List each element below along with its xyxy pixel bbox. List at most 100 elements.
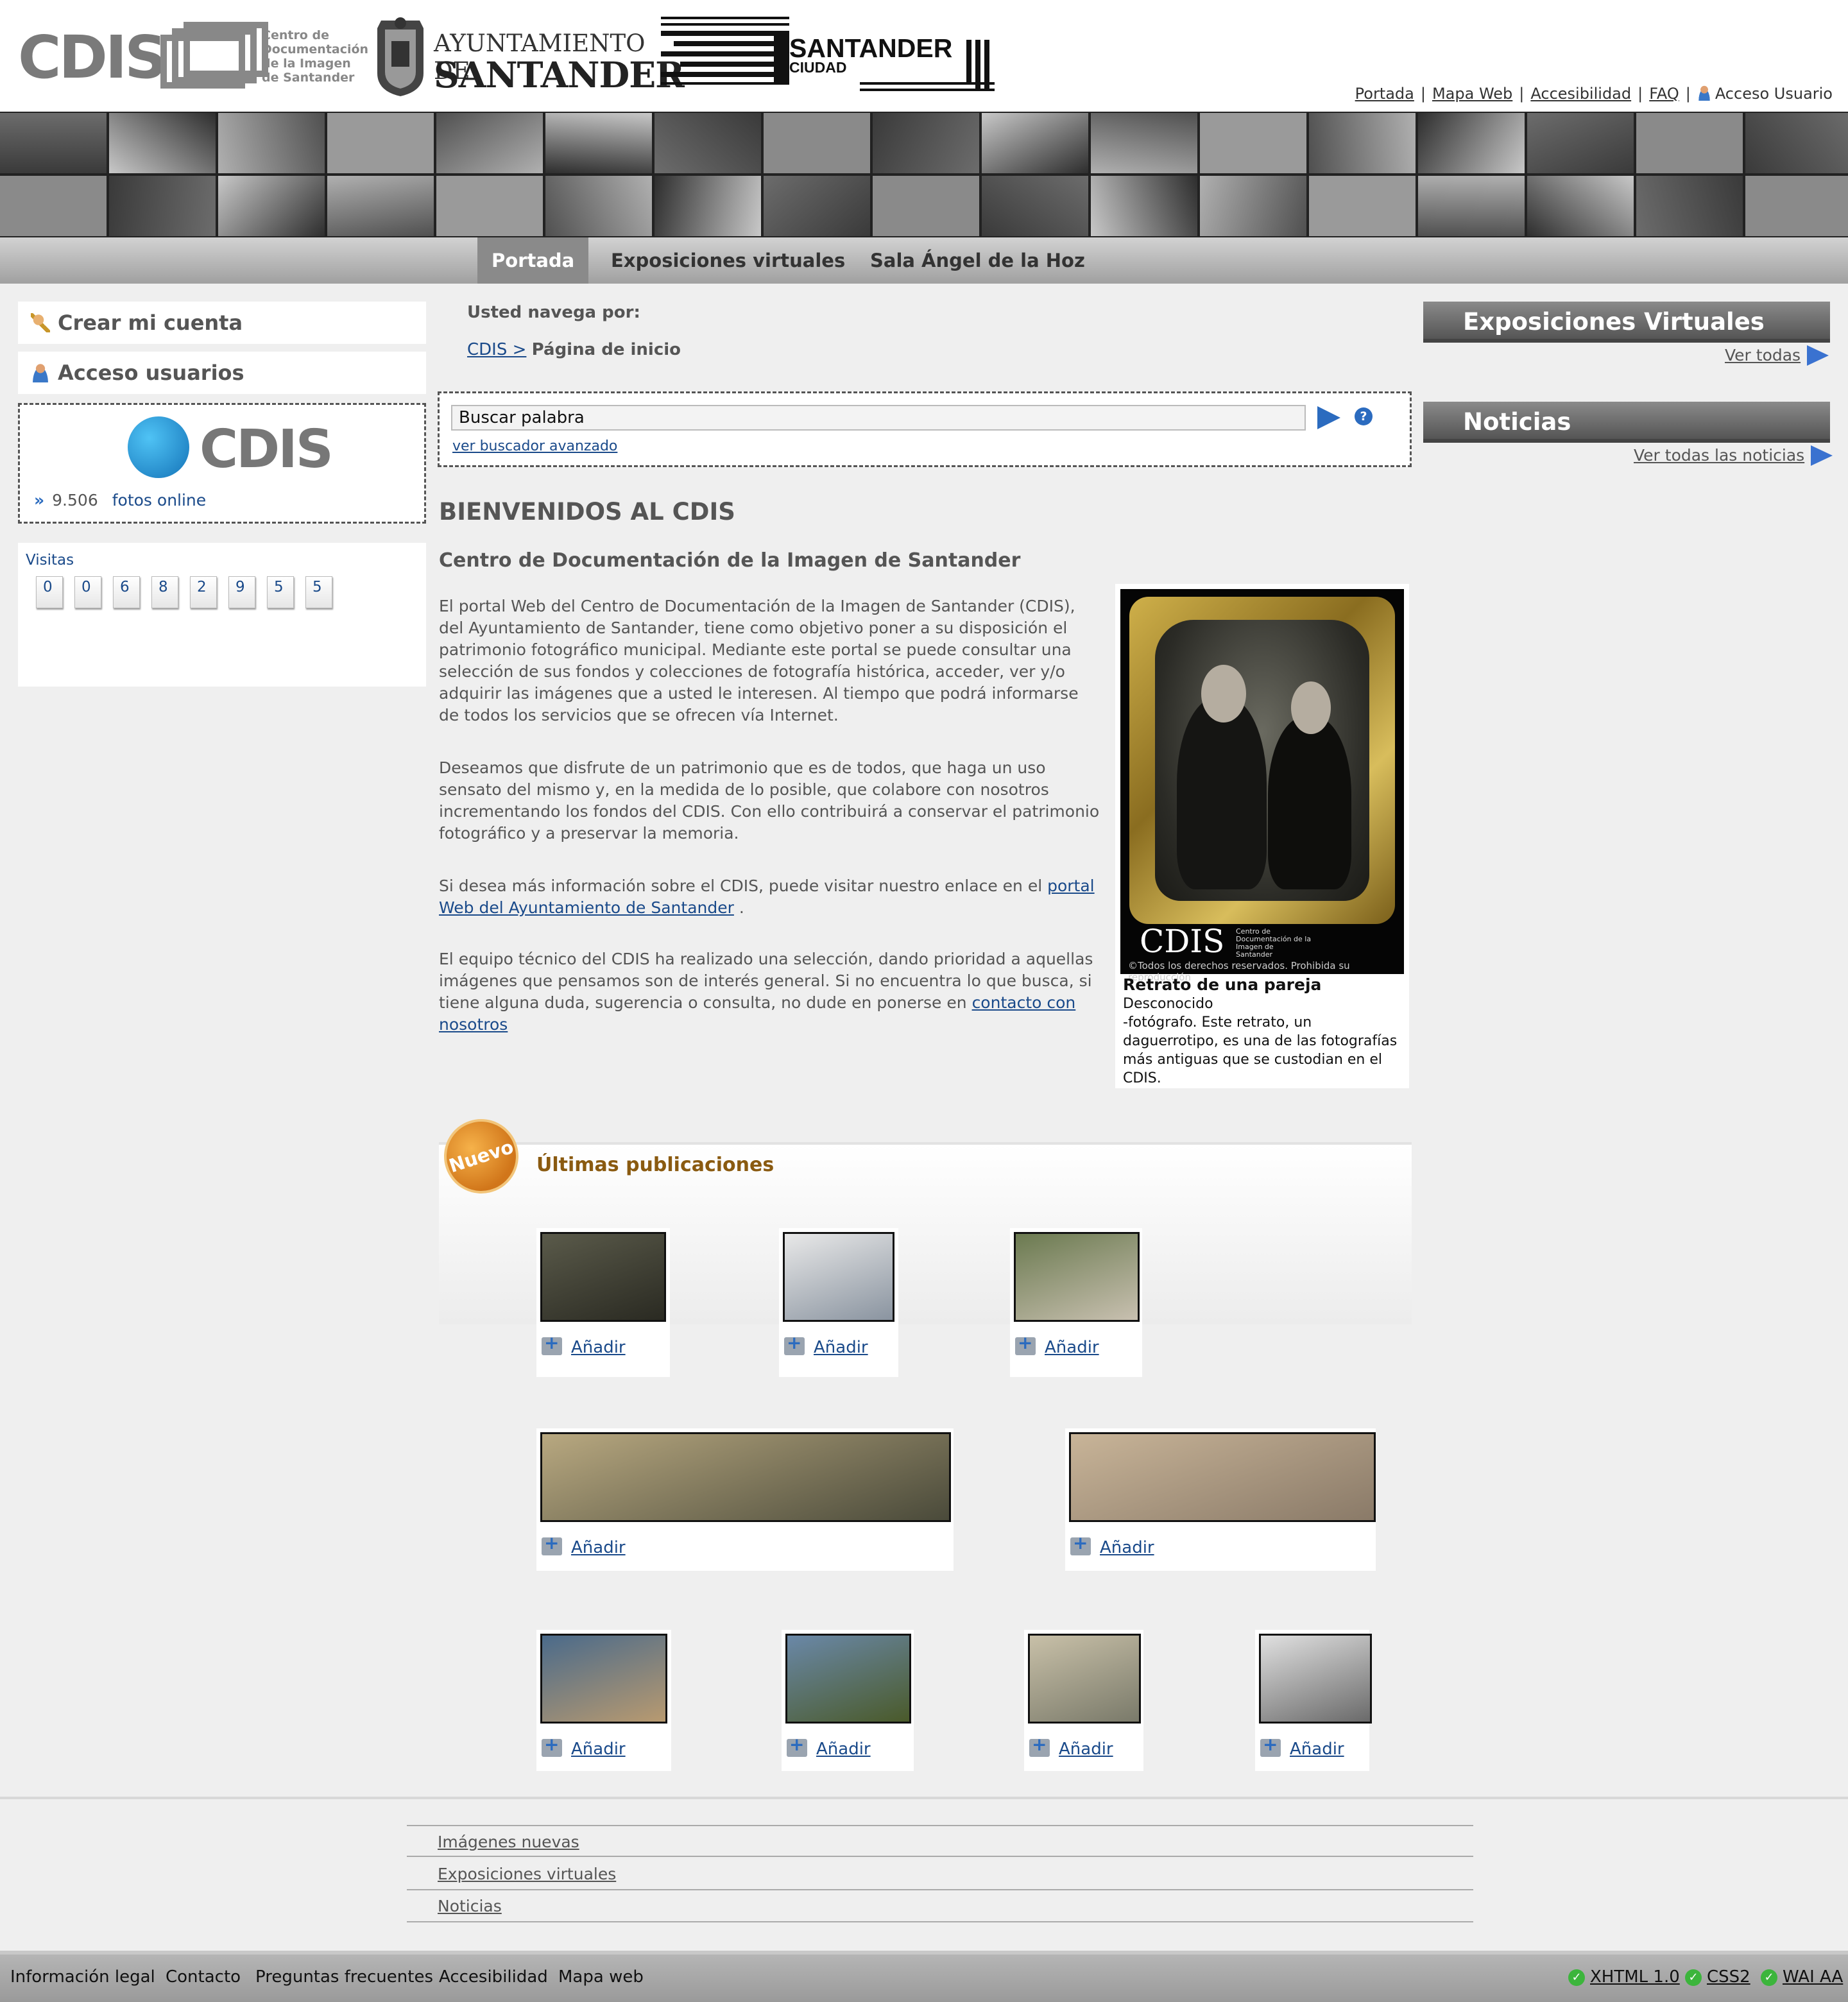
nav-exposiciones-virtuales[interactable]: Exposiciones virtuales — [597, 237, 859, 284]
xhtml-validator[interactable]: ✓ XHTML 1.0 — [1568, 1967, 1680, 1987]
strip-photo — [327, 113, 434, 173]
add-to-cart-link[interactable]: Añadir — [1029, 1734, 1113, 1759]
add-image-icon — [787, 1734, 807, 1757]
footer-link-new-images-label[interactable]: Imágenes nuevas — [438, 1833, 579, 1851]
create-account-button[interactable]: Crear mi cuenta — [18, 302, 426, 344]
bottom-link-accessibility[interactable]: Accesibilidad — [439, 1967, 548, 1987]
see-all-exhibitions-link[interactable]: Ver todas — [1725, 346, 1801, 364]
search-input[interactable] — [451, 405, 1306, 431]
strip-photo — [982, 113, 1088, 173]
add-to-cart-link[interactable]: Añadir — [784, 1332, 868, 1357]
publication-thumbnail[interactable] — [1069, 1432, 1376, 1522]
publication-thumbnail[interactable] — [1014, 1232, 1140, 1322]
photos-online-link[interactable]: fotos online — [112, 491, 206, 509]
see-all-news[interactable]: Ver todas las noticias — [1634, 445, 1833, 466]
strip-photo — [982, 176, 1088, 236]
page-title: BIENVENIDOS AL CDIS — [439, 498, 735, 526]
publication-thumbnail[interactable] — [783, 1232, 894, 1322]
add-image-icon — [1029, 1734, 1050, 1757]
bottom-link-faq[interactable]: Preguntas frecuentes — [255, 1967, 433, 1987]
bottom-link-sitemap[interactable]: Mapa web — [558, 1967, 644, 1987]
visits-label: Visitas — [26, 552, 74, 569]
see-all-news-link[interactable]: Ver todas las noticias — [1634, 446, 1804, 465]
pencil-user-icon — [31, 313, 50, 332]
top-link-mapa-web[interactable]: Mapa Web — [1432, 85, 1512, 103]
add-image-icon — [542, 1532, 562, 1555]
strip-photo — [218, 113, 325, 173]
nav-sala-angel-de-la-hoz[interactable]: Sala Ángel de la Hoz — [856, 237, 1099, 284]
footer-link-new-images[interactable]: Imágenes nuevas — [407, 1825, 1473, 1857]
xhtml-label: XHTML 1.0 — [1590, 1967, 1680, 1987]
check-icon: ✓ — [1761, 1969, 1777, 1986]
strip-photo — [1745, 176, 1848, 236]
visit-counter: Visitas 00682955 — [18, 543, 426, 687]
woman-face — [1291, 681, 1331, 734]
santander-ciudad-logo[interactable]: SANTANDER CIUDAD — [661, 14, 995, 98]
footer-link-news-label[interactable]: Noticias — [438, 1897, 502, 1915]
nav-portada[interactable]: Portada — [477, 237, 589, 284]
publication-thumbnail[interactable] — [1259, 1634, 1372, 1724]
daguerreotype-image[interactable]: CDIS Centro de Documentación de la Image… — [1120, 589, 1404, 983]
help-icon[interactable]: ? — [1355, 407, 1373, 425]
add-to-cart-link[interactable]: Añadir — [787, 1734, 871, 1759]
publication-thumbnail[interactable] — [785, 1634, 911, 1724]
search-submit-icon[interactable] — [1317, 406, 1340, 429]
add-to-cart-link[interactable]: Añadir — [542, 1734, 626, 1759]
woman-figure — [1268, 716, 1351, 889]
top-link-portada[interactable]: Portada — [1355, 85, 1414, 103]
strip-photo — [109, 176, 216, 236]
top-link-accesibilidad[interactable]: Accesibilidad — [1530, 85, 1631, 103]
add-image-icon — [1070, 1532, 1091, 1555]
strip-photo — [764, 113, 870, 173]
add-to-cart-link[interactable]: Añadir — [542, 1332, 626, 1357]
strip-photo — [1636, 176, 1743, 236]
publication-thumbnail[interactable] — [540, 1432, 951, 1522]
breadcrumb-heading: Usted navega por: — [467, 303, 640, 322]
footer-link-news[interactable]: Noticias — [407, 1890, 1473, 1922]
css-validator[interactable]: ✓ CSS2 — [1685, 1967, 1750, 1987]
publication-thumbnail[interactable] — [1028, 1634, 1141, 1724]
cdis-globe-logo: CDIS — [128, 416, 334, 481]
ayuntamiento-logo[interactable]: AYUNTAMIENTO DE SANTANDER — [372, 15, 685, 99]
info-text: Si desea más información sobre el CDIS, … — [439, 877, 1043, 895]
see-all-exhibitions[interactable]: Ver todas — [1725, 345, 1829, 366]
breadcrumb-link-cdis[interactable]: CDIS > — [467, 340, 526, 359]
top-link-acceso-usuario[interactable]: Acceso Usuario — [1715, 85, 1833, 103]
cdis-logo-text: CDIS — [18, 23, 167, 92]
wai-validator[interactable]: ✓ WAI AA — [1761, 1967, 1843, 1987]
add-label: Añadir — [1100, 1538, 1154, 1557]
strip-photo — [1309, 176, 1416, 236]
cdis-logo[interactable]: CDIS Centro de Documentación de la Image… — [18, 19, 368, 96]
advanced-search-link[interactable]: ver buscador avanzado — [452, 438, 617, 454]
user-access-button[interactable]: Acceso usuarios — [18, 352, 426, 394]
visit-digit: 5 — [305, 576, 332, 608]
create-account-label: Crear mi cuenta — [58, 311, 243, 335]
strip-photo — [1091, 176, 1197, 236]
publication-card: Añadir — [1065, 1428, 1376, 1571]
publication-card: Añadir — [1255, 1630, 1372, 1771]
strip-photo — [1200, 176, 1306, 236]
cdis-photo-count-box: CDIS » 9.506 fotos online — [18, 403, 426, 524]
info-end: . — [739, 898, 744, 917]
add-to-cart-link[interactable]: Añadir — [1070, 1532, 1154, 1557]
historic-photo-strip — [0, 112, 1848, 237]
news-heading: Noticias — [1423, 402, 1830, 443]
publication-thumbnail[interactable] — [540, 1232, 666, 1322]
publication-card: Añadir — [536, 1428, 954, 1571]
virtual-exhibitions-heading: Exposiciones Virtuales — [1423, 302, 1830, 343]
add-to-cart-link[interactable]: Añadir — [1015, 1332, 1099, 1357]
add-image-icon — [1260, 1734, 1281, 1757]
top-link-faq[interactable]: FAQ — [1649, 85, 1679, 103]
bottom-link-legal[interactable]: Información legal — [10, 1967, 155, 1987]
contact-paragraph: El equipo técnico del CDIS ha realizado … — [439, 948, 1100, 1036]
add-to-cart-link[interactable]: Añadir — [542, 1532, 626, 1557]
new-badge: Nuevo — [434, 1109, 529, 1204]
footer-link-virtual-exhibitions-label[interactable]: Exposiciones virtuales — [438, 1865, 616, 1883]
publication-thumbnail[interactable] — [540, 1634, 667, 1724]
cdis-logo-text: CDIS — [200, 419, 334, 480]
add-to-cart-link[interactable]: Añadir — [1260, 1734, 1344, 1759]
add-label: Añadir — [1059, 1740, 1113, 1759]
footer-link-virtual-exhibitions[interactable]: Exposiciones virtuales — [407, 1858, 1473, 1890]
bottom-link-contact[interactable]: Contacto — [166, 1967, 241, 1987]
featured-photo[interactable]: CDIS Centro de Documentación de la Image… — [1115, 584, 1409, 1088]
